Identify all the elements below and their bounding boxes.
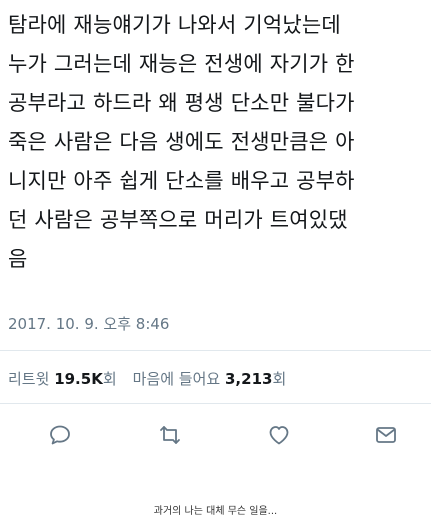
divider (0, 350, 431, 351)
tweet-text: 탐라에 재능얘기가 나와서 기억났는데 누가 그러는데 재능은 전생에 자기가 … (8, 6, 428, 279)
like-label: 마음에 들어요 (132, 370, 221, 388)
tweet-line: 음 (8, 247, 28, 271)
retweet-icon (160, 426, 180, 444)
tweet-line: 던 사람은 공부쪽으로 머리가 트여있댔 (8, 208, 348, 232)
retweet-count: 19.5K (54, 370, 103, 388)
like-count: 3,213 (225, 370, 273, 388)
tweet-line: 니지만 아주 쉽게 단소를 배우고 공부하 (8, 169, 355, 193)
retweet-button[interactable] (155, 420, 185, 450)
tweet-timestamp[interactable]: 2017. 10. 9. 오후 8:46 (8, 313, 169, 334)
mail-icon (376, 427, 396, 443)
like-stat[interactable]: 마음에 들어요 3,213회 (133, 370, 287, 388)
like-unit: 회 (272, 370, 287, 388)
tweet-actions (0, 420, 431, 450)
tweet-line: 탐라에 재능얘기가 나와서 기억났는데 (8, 13, 341, 37)
direct-message-button[interactable] (371, 420, 401, 450)
retweet-unit: 회 (102, 370, 117, 388)
reply-button[interactable] (45, 420, 75, 450)
retweet-label: 리트윗 (8, 370, 50, 388)
divider (0, 403, 431, 404)
tweet-line: 죽은 사람은 다음 생에도 전생만큼은 아 (8, 130, 355, 154)
heart-icon (269, 426, 289, 445)
engagement-stats: 리트윗 19.5K회 마음에 들어요 3,213회 (8, 368, 286, 389)
image-caption: 과거의 나는 대체 무슨 일을... (153, 506, 278, 517)
like-button[interactable] (264, 420, 294, 450)
tweet-line: 공부라고 하드라 왜 평생 단소만 불다가 (8, 91, 355, 115)
retweet-stat[interactable]: 리트윗 19.5K회 (8, 370, 117, 388)
tweet-line: 누가 그러는데 재능은 전생에 자기가 한 (8, 52, 355, 76)
reply-icon (50, 425, 70, 445)
